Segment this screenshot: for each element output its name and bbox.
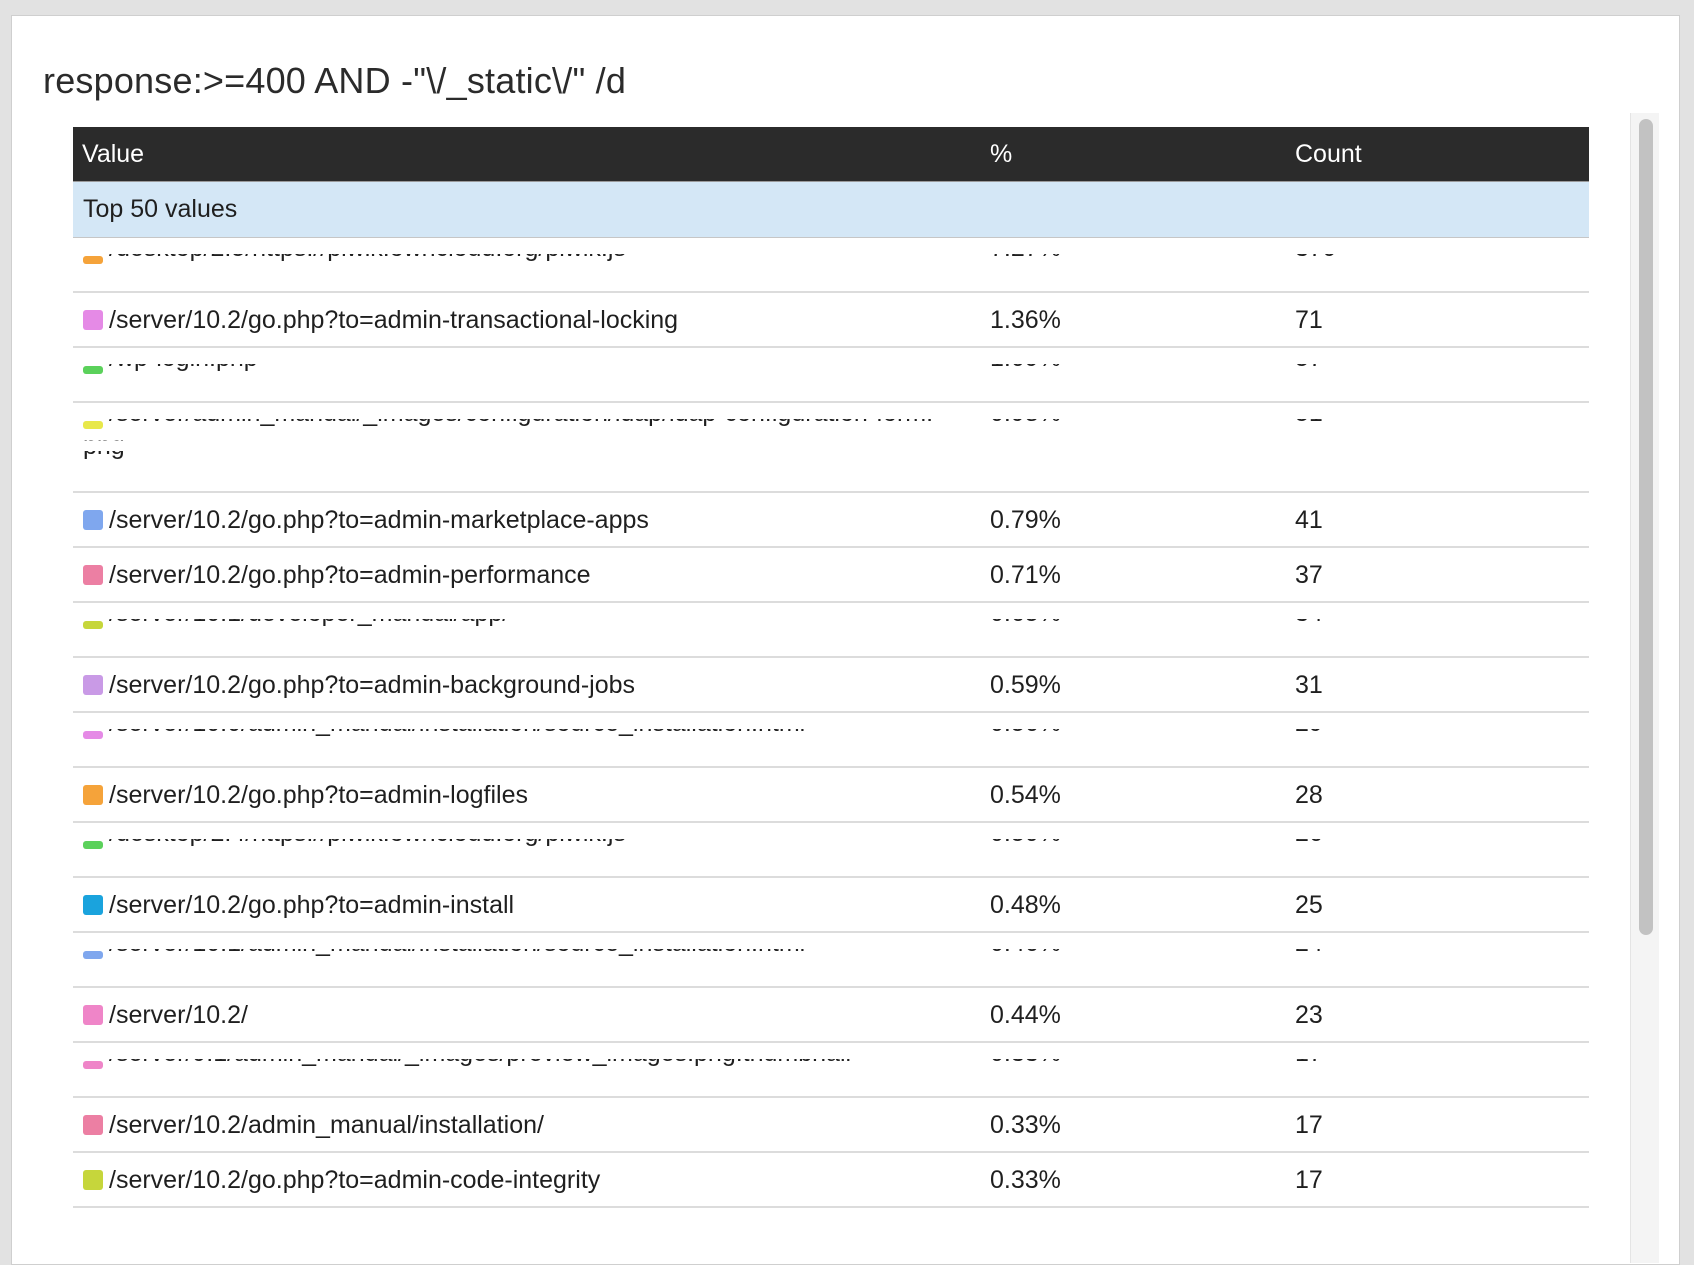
table-row[interactable]: /desktop/2.4/https://piwik.owncloud.org/…: [73, 823, 1589, 878]
row-percent: 0.48%: [990, 891, 1061, 919]
row-value[interactable]: /server/10.2/: [109, 988, 248, 1041]
render-clip-mask: [73, 713, 1589, 729]
table-row[interactable]: /server/10.2/go.php?to=admin-code-integr…: [73, 1153, 1589, 1208]
row-percent: 1.36%: [990, 306, 1061, 334]
header-count[interactable]: Count: [1295, 127, 1362, 181]
table-row[interactable]: /server/10.2/go.php?to=admin-performance…: [73, 548, 1589, 603]
row-count: 17: [1295, 1166, 1323, 1194]
row-count: 71: [1295, 306, 1323, 334]
series-color-swatch: [83, 421, 103, 429]
table-row[interactable]: /server/10.2/admin_manual/installation/0…: [73, 1098, 1589, 1153]
table-row[interactable]: /wp-login.php1.09%57: [73, 348, 1589, 403]
header-value[interactable]: Value: [82, 127, 144, 181]
table-row[interactable]: /server/10.2/go.php?to=admin-background-…: [73, 658, 1589, 713]
render-clip-mask: [73, 823, 1589, 839]
series-color-swatch: [83, 510, 103, 530]
series-color-swatch: [83, 1061, 103, 1069]
table-row[interactable]: /server/10.1/developer_manual/app/0.65%3…: [73, 603, 1589, 658]
values-table: Value % Count Top 50 values /desktop/2.5…: [73, 127, 1589, 1257]
series-color-swatch: [83, 951, 103, 959]
row-value[interactable]: /server/10.2/go.php?to=admin-logfiles: [109, 768, 528, 821]
scrollbar-thumb[interactable]: [1639, 119, 1653, 935]
table-row[interactable]: /desktop/2.5/https://piwik.owncloud.org/…: [73, 238, 1589, 293]
series-color-swatch: [83, 731, 103, 739]
render-clip-mask: [73, 441, 1589, 451]
series-color-swatch: [83, 565, 103, 585]
row-count: 31: [1295, 671, 1323, 699]
series-color-swatch: [83, 1170, 103, 1190]
series-color-swatch: [83, 675, 103, 695]
table-row[interactable]: /server/10.2/go.php?to=admin-install 0.48…: [73, 878, 1589, 933]
row-percent: 0.33%: [990, 1111, 1061, 1139]
series-color-swatch: [83, 621, 103, 629]
table-header: Value % Count: [73, 127, 1589, 182]
row-count: 37: [1295, 561, 1323, 589]
row-value[interactable]: /server/10.2/go.php?to=admin-code-integr…: [109, 1153, 600, 1206]
header-percent[interactable]: %: [990, 127, 1012, 181]
series-color-swatch: [83, 1005, 103, 1025]
render-clip-mask: [73, 238, 1589, 254]
row-percent: 0.33%: [990, 1166, 1061, 1194]
series-color-swatch: [83, 256, 103, 264]
row-value[interactable]: /server/10.2/go.php?to=admin-install: [109, 878, 514, 931]
series-color-swatch: [83, 366, 103, 374]
row-value[interactable]: /server/10.2/go.php?to=admin-transaction…: [109, 293, 678, 346]
table-row[interactable]: /server/9.1/admin_manual/_images/preview…: [73, 1043, 1589, 1098]
render-clip-mask: [73, 1043, 1589, 1059]
series-color-swatch: [83, 841, 103, 849]
row-percent: 0.71%: [990, 561, 1061, 589]
row-count: 25: [1295, 891, 1323, 919]
table-row[interactable]: /server/10.1/admin_manual/installation/s…: [73, 933, 1589, 988]
series-color-swatch: [83, 310, 103, 330]
render-clip-mask: [73, 348, 1589, 364]
table-row[interactable]: /server/10.2/go.php?to=admin-logfiles 0.5…: [73, 768, 1589, 823]
render-clip-mask: [73, 933, 1589, 949]
table-row[interactable]: /server/10.2/0.44% 23: [73, 988, 1589, 1043]
group-label: Top 50 values: [83, 195, 238, 223]
row-percent: 0.59%: [990, 671, 1061, 699]
render-clip-mask: [73, 403, 1589, 419]
query-title: response:>=400 AND -"\/_static\/" /d: [43, 60, 627, 101]
group-row: Top 50 values: [73, 182, 1589, 238]
row-percent: 0.79%: [990, 506, 1061, 534]
row-value[interactable]: /server/10.2/go.php?to=admin-performance: [109, 548, 591, 601]
table-body: /desktop/2.5/https://piwik.owncloud.org/…: [73, 238, 1589, 1208]
table-row[interactable]: /server/admin_manual/_images/configurati…: [73, 403, 1589, 493]
series-color-swatch: [83, 785, 103, 805]
row-count: 41: [1295, 506, 1323, 534]
row-value[interactable]: /server/10.2/admin_manual/installation/: [109, 1098, 544, 1151]
row-percent: 0.54%: [990, 781, 1061, 809]
row-value[interactable]: /server/10.2/go.php?to=admin-background-…: [109, 658, 635, 711]
row-percent: 0.44%: [990, 1001, 1061, 1029]
series-color-swatch: [83, 1115, 103, 1135]
render-clip-mask: [73, 603, 1589, 619]
row-value[interactable]: /server/10.2/go.php?to=admin-marketplace…: [109, 493, 649, 546]
scrollbar[interactable]: [1630, 113, 1659, 1263]
row-count: 28: [1295, 781, 1323, 809]
row-count: 17: [1295, 1111, 1323, 1139]
row-count: 23: [1295, 1001, 1323, 1029]
field-values-panel: response:>=400 AND -"\/_static\/" /d Val…: [11, 15, 1680, 1265]
table-row[interactable]: /server/10.2/go.php?to=admin-transaction…: [73, 293, 1589, 348]
table-row[interactable]: /server/10.0/admin_manual/installation/s…: [73, 713, 1589, 768]
series-color-swatch: [83, 895, 103, 915]
table-row[interactable]: /server/10.2/go.php?to=admin-marketplace…: [73, 493, 1589, 548]
